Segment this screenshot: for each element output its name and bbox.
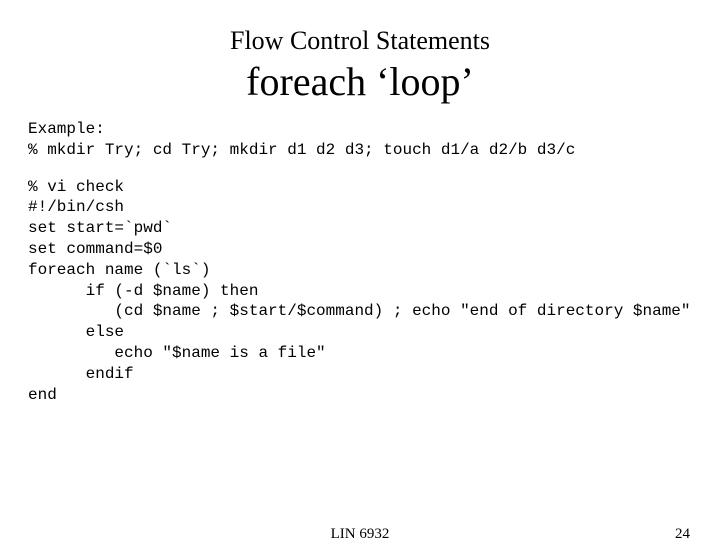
slide-number: 24 xyxy=(675,526,690,543)
course-code: LIN 6932 xyxy=(0,526,720,543)
example-setup-block: Example: % mkdir Try; cd Try; mkdir d1 d… xyxy=(28,119,700,161)
slide-title: foreach ‘loop’ xyxy=(20,58,700,105)
spacer xyxy=(20,161,700,177)
slide: Flow Control Statements foreach ‘loop’ E… xyxy=(0,0,720,540)
script-block: % vi check #!/bin/csh set start=`pwd` se… xyxy=(28,177,700,406)
slide-supertitle: Flow Control Statements xyxy=(20,26,700,56)
